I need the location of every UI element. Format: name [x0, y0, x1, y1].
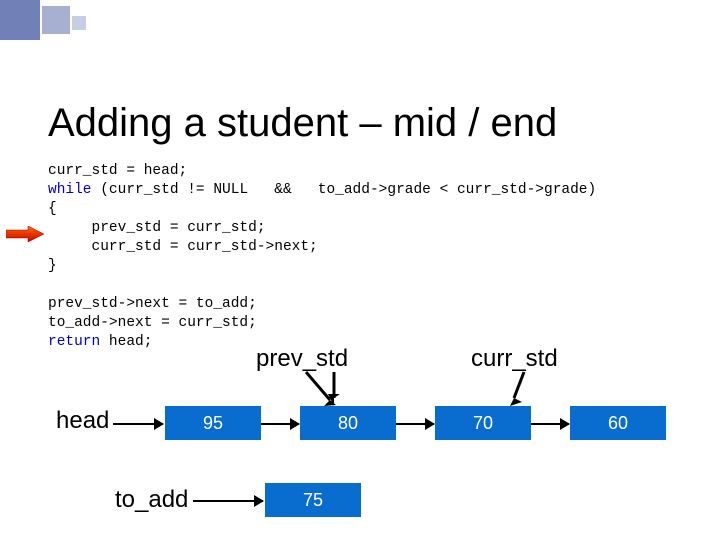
slide-title: Adding a student – mid / end: [48, 101, 557, 146]
code-line: {: [48, 201, 57, 217]
execution-pointer-icon: [6, 226, 44, 242]
arrow-70-to-60: [531, 423, 569, 425]
code-line: (curr_std != NULL && to_add->grade < cur…: [92, 182, 597, 198]
code-block: curr_std = head; while (curr_std != NULL…: [48, 162, 596, 352]
code-line: prev_std = curr_std;: [48, 220, 266, 236]
code-line: prev_std->next = to_add;: [48, 296, 257, 312]
code-line: head;: [100, 334, 152, 350]
slide-corner-decoration: [0, 0, 170, 40]
list-node: 60: [570, 406, 666, 440]
code-line: curr_std = curr_std->next;: [48, 239, 318, 255]
arrow-95-to-80: [261, 423, 299, 425]
label-head: head: [56, 407, 109, 435]
kw-return: return: [48, 334, 100, 350]
prev-std-pointer-icon: [296, 370, 344, 410]
arrow-80-to-70: [396, 423, 434, 425]
label-to-add: to_add: [115, 486, 188, 514]
kw-while: while: [48, 182, 92, 198]
arrow-toadd-to-75: [193, 500, 263, 502]
code-line: to_add->next = curr_std;: [48, 315, 257, 331]
curr-std-pointer-icon: [510, 370, 558, 410]
list-node-insert: 75: [265, 483, 361, 517]
list-node: 80: [300, 406, 396, 440]
code-line: curr_std = head;: [48, 163, 187, 179]
code-line: }: [48, 258, 57, 274]
list-node: 95: [165, 406, 261, 440]
list-node: 70: [435, 406, 531, 440]
arrow-head-to-95: [113, 423, 163, 425]
